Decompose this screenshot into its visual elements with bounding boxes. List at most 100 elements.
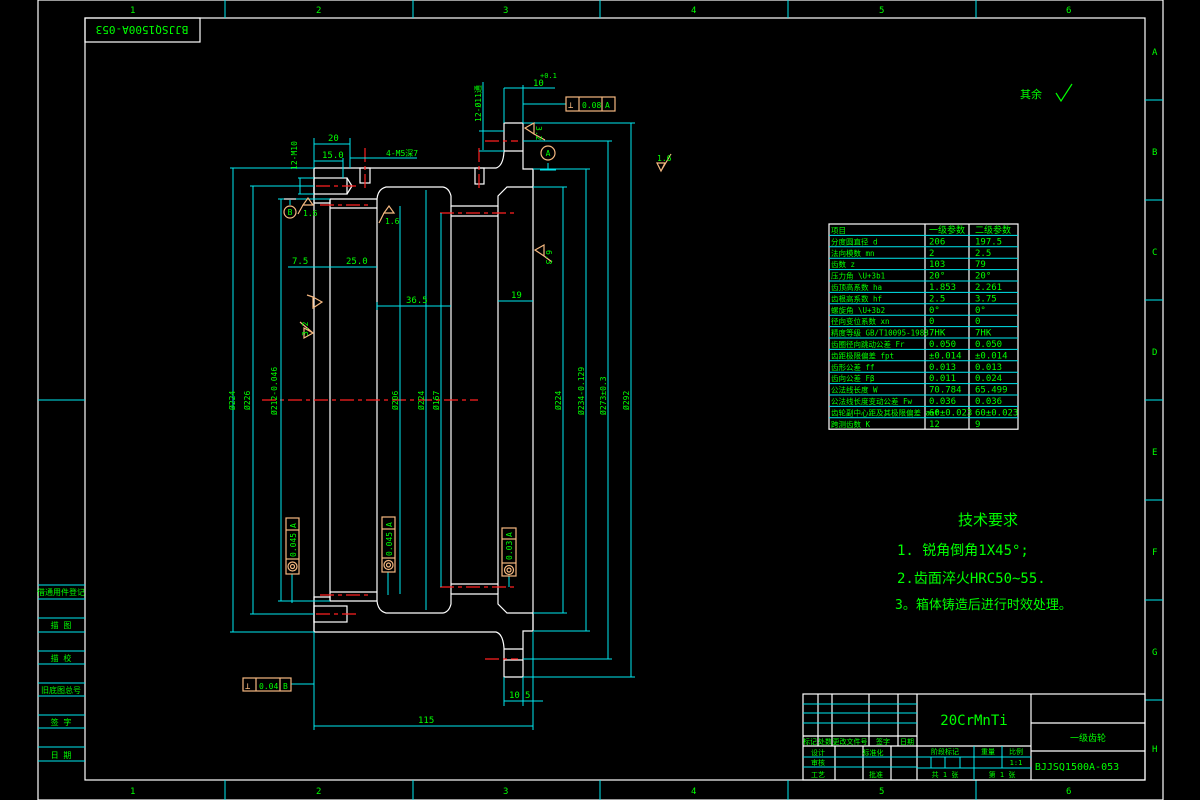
drawing-number: BJJSQ1500A-053 xyxy=(1035,762,1119,773)
zone-row-d: D xyxy=(1152,348,1157,358)
sheets-total: 共 1 张 xyxy=(932,770,959,779)
perpendicularity-frame-bottom: ⊥ 0.04 B xyxy=(242,677,292,692)
process-label: 工艺 xyxy=(811,771,825,779)
dim-36-5: 36.5 xyxy=(406,296,428,306)
table-cell: 径向变位系数 xn xyxy=(831,316,890,326)
table-cell: 7HK xyxy=(929,329,946,339)
rev-header-mark: 标记 xyxy=(803,737,817,746)
dim-dia-292: Ø292 xyxy=(621,391,631,410)
zone-col-3: 3 xyxy=(503,6,508,16)
rev-header-count: 处数 xyxy=(818,737,832,746)
perpendicularity-icon: ⊥ xyxy=(568,101,574,111)
dim-m10-holes: 12-M10 xyxy=(290,141,299,170)
tolerance-datum: B xyxy=(283,682,288,691)
table-cell: 197.5 xyxy=(975,237,1002,247)
table-cell: 206 xyxy=(929,237,945,247)
table-cell: 齿数 z xyxy=(831,259,855,269)
dim-115: 115 xyxy=(418,716,434,726)
dim-dia-234: Ø234-0.129 xyxy=(576,367,586,415)
zone-row-g: G xyxy=(1152,648,1157,658)
left-label-3: 旧底图总号 xyxy=(41,685,81,695)
table-cell: 0.024 xyxy=(975,374,1002,384)
table-cell: 精度等级 GB/T10095-1988 xyxy=(831,328,929,338)
left-label-0: 借通用件登记 xyxy=(37,587,85,597)
table-cell: 压力角 \U+3b1 xyxy=(831,271,885,281)
review-label: 审核 xyxy=(811,758,825,767)
table-cell: 0.036 xyxy=(975,397,1002,407)
dim-dia-167: Ø167 xyxy=(431,391,441,410)
dim-dia-206: Ø206 xyxy=(390,391,400,410)
table-cell: 公法线长度变动公差 Fw xyxy=(831,396,913,406)
table-cell: 齿轮副中心距及其极限偏差 a±f xyxy=(831,407,939,417)
title-block: 标记 处数 更改文件号 签字 日期 设计 标准化 审核 工艺 批准 阶段标记 重… xyxy=(802,693,1146,781)
sheet-number: 第 1 张 xyxy=(989,770,1016,779)
table-cell: 1.853 xyxy=(929,283,956,293)
table-cell: 2.261 xyxy=(975,283,1002,293)
table-cell: 0.011 xyxy=(929,374,956,384)
zone-row-e: E xyxy=(1152,448,1157,458)
zone-col-2-bottom: 2 xyxy=(316,787,321,797)
dim-25: 25.0 xyxy=(346,257,368,267)
tolerance-datum: A xyxy=(505,532,514,537)
dim-7-5: 7.5 xyxy=(292,257,308,267)
zone-col-2: 2 xyxy=(316,6,321,16)
rev-header-date: 日期 xyxy=(900,738,914,746)
drawing-canvas: 1 2 3 4 5 6 1 2 3 4 5 6 A B C D E F G H … xyxy=(37,0,1164,800)
zone-row-h: H xyxy=(1152,745,1157,755)
table-cell: 12 xyxy=(929,420,940,430)
table-cell: ±0.014 xyxy=(929,351,962,361)
dim-dia-226: Ø226 xyxy=(242,391,252,410)
mirrored-drawing-code: BJJSQ1500A-053 xyxy=(96,23,189,36)
concentricity-icon xyxy=(287,561,298,572)
perpendicularity-frame-top: ⊥ 0.08 A xyxy=(565,96,616,112)
perpendicularity-icon: ⊥ xyxy=(245,682,251,692)
table-cell: 齿圈径向跳动公差 Fr xyxy=(831,339,905,349)
tech-req-title: 技术要求 xyxy=(958,511,1018,529)
zone-col-6-bottom: 6 xyxy=(1066,787,1071,797)
tolerance-datum: A xyxy=(385,522,394,527)
table-cell: 60±0.023 xyxy=(929,408,972,418)
roughness-1-6-right: 1.6 xyxy=(657,154,672,163)
table-header: 一级参数 xyxy=(929,224,965,236)
table-cell: 7HK xyxy=(975,329,992,339)
table-cell: 齿根高系数 hf xyxy=(831,293,882,303)
rev-header-file: 更改文件号 xyxy=(833,737,868,746)
table-header: 二级参数 xyxy=(975,224,1011,236)
dim-19: 19 xyxy=(511,291,522,301)
part-name: 一级齿轮 xyxy=(1070,732,1106,744)
roughness-other-label: 其余 xyxy=(1020,87,1042,101)
dim-dia-224-mid: Ø224 xyxy=(416,391,426,410)
tolerance-value: 0.045 xyxy=(289,533,298,557)
left-label-1: 描 图 xyxy=(51,620,72,630)
dim-10-tolerance: +0.1 xyxy=(540,72,557,80)
dim-15: 15.0 xyxy=(322,151,344,161)
design-label: 设计 xyxy=(811,748,825,757)
concentricity-frame-3: A 0.03 xyxy=(501,527,517,577)
rev-header-sign: 签字 xyxy=(876,737,890,746)
concentricity-icon xyxy=(383,559,394,571)
table-cell: 0.050 xyxy=(975,340,1002,350)
left-label-4: 签 字 xyxy=(51,717,72,727)
weight-label: 重量 xyxy=(981,748,995,756)
tolerance-value: 0.08 xyxy=(582,101,601,110)
table-cell: 103 xyxy=(929,260,945,270)
table-cell: 2.5 xyxy=(975,249,991,259)
roughness-1-6-mid: 1.6 xyxy=(385,217,400,226)
dim-dia-273: Ø273±0.3 xyxy=(598,376,608,415)
gear-parameter-table: 项目 一级参数 二级参数分度圆直径 d 206 197.5 法向模数 mn 2 2.5 齿数 z… xyxy=(828,223,1019,430)
concentricity-frame-1: A 0.045 xyxy=(285,517,300,575)
table-cell: 3.75 xyxy=(975,294,997,304)
table-cell: ±0.014 xyxy=(975,351,1008,361)
table-cell: 齿距极限偏差 fpt xyxy=(831,350,894,360)
dim-10-top: 10 xyxy=(533,79,544,89)
roughness-3-2-left: 3.2 xyxy=(301,321,310,336)
table-header: 项目 xyxy=(831,226,846,235)
table-cell: 2.5 xyxy=(929,294,945,304)
scale-label: 比例 xyxy=(1009,747,1023,756)
dim-m5-holes: 4-M5深7 xyxy=(386,149,418,158)
approve-label: 批准 xyxy=(869,770,883,779)
tech-req-item-3: 3。箱体铸造后进行时效处理。 xyxy=(895,597,1072,613)
table-cell: 跨测齿数 K xyxy=(831,419,871,429)
table-cell: 20° xyxy=(975,272,991,282)
table-cell: 法向模数 mn xyxy=(831,248,875,258)
